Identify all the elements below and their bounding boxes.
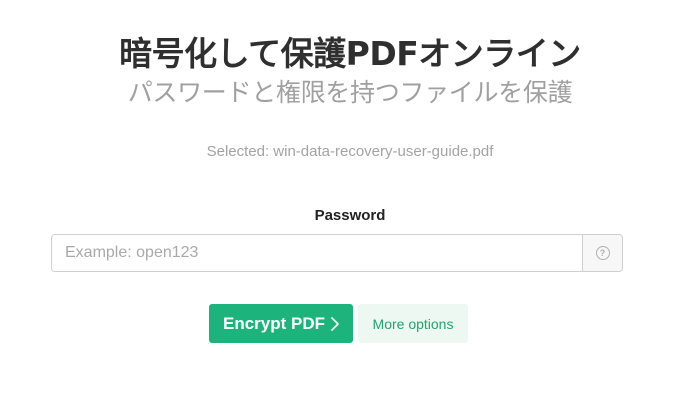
action-buttons: Encrypt PDF More options [209,304,468,343]
question-circle-icon: ? [595,246,610,260]
password-label: Password [314,207,386,224]
page-subtitle: パスワードと権限を持つファイルを保護 [127,78,573,107]
chevron-right-icon [331,316,339,331]
password-help-button[interactable]: ? [582,235,622,271]
password-input-group: ? [51,234,623,272]
page-title: 暗号化して保護PDFオンライン [119,34,581,73]
hero-header: 暗号化して保護PDFオンライン パスワードと権限を持つファイルを保護 [0,32,700,110]
password-input[interactable] [52,235,582,271]
selected-file-text: Selected: win-data-recovery-user-guide.p… [206,143,494,160]
encrypt-pdf-label: Encrypt PDF [222,313,326,333]
encrypt-pdf-button[interactable]: Encrypt PDF [209,304,353,343]
more-options-button[interactable]: More options [358,304,468,343]
